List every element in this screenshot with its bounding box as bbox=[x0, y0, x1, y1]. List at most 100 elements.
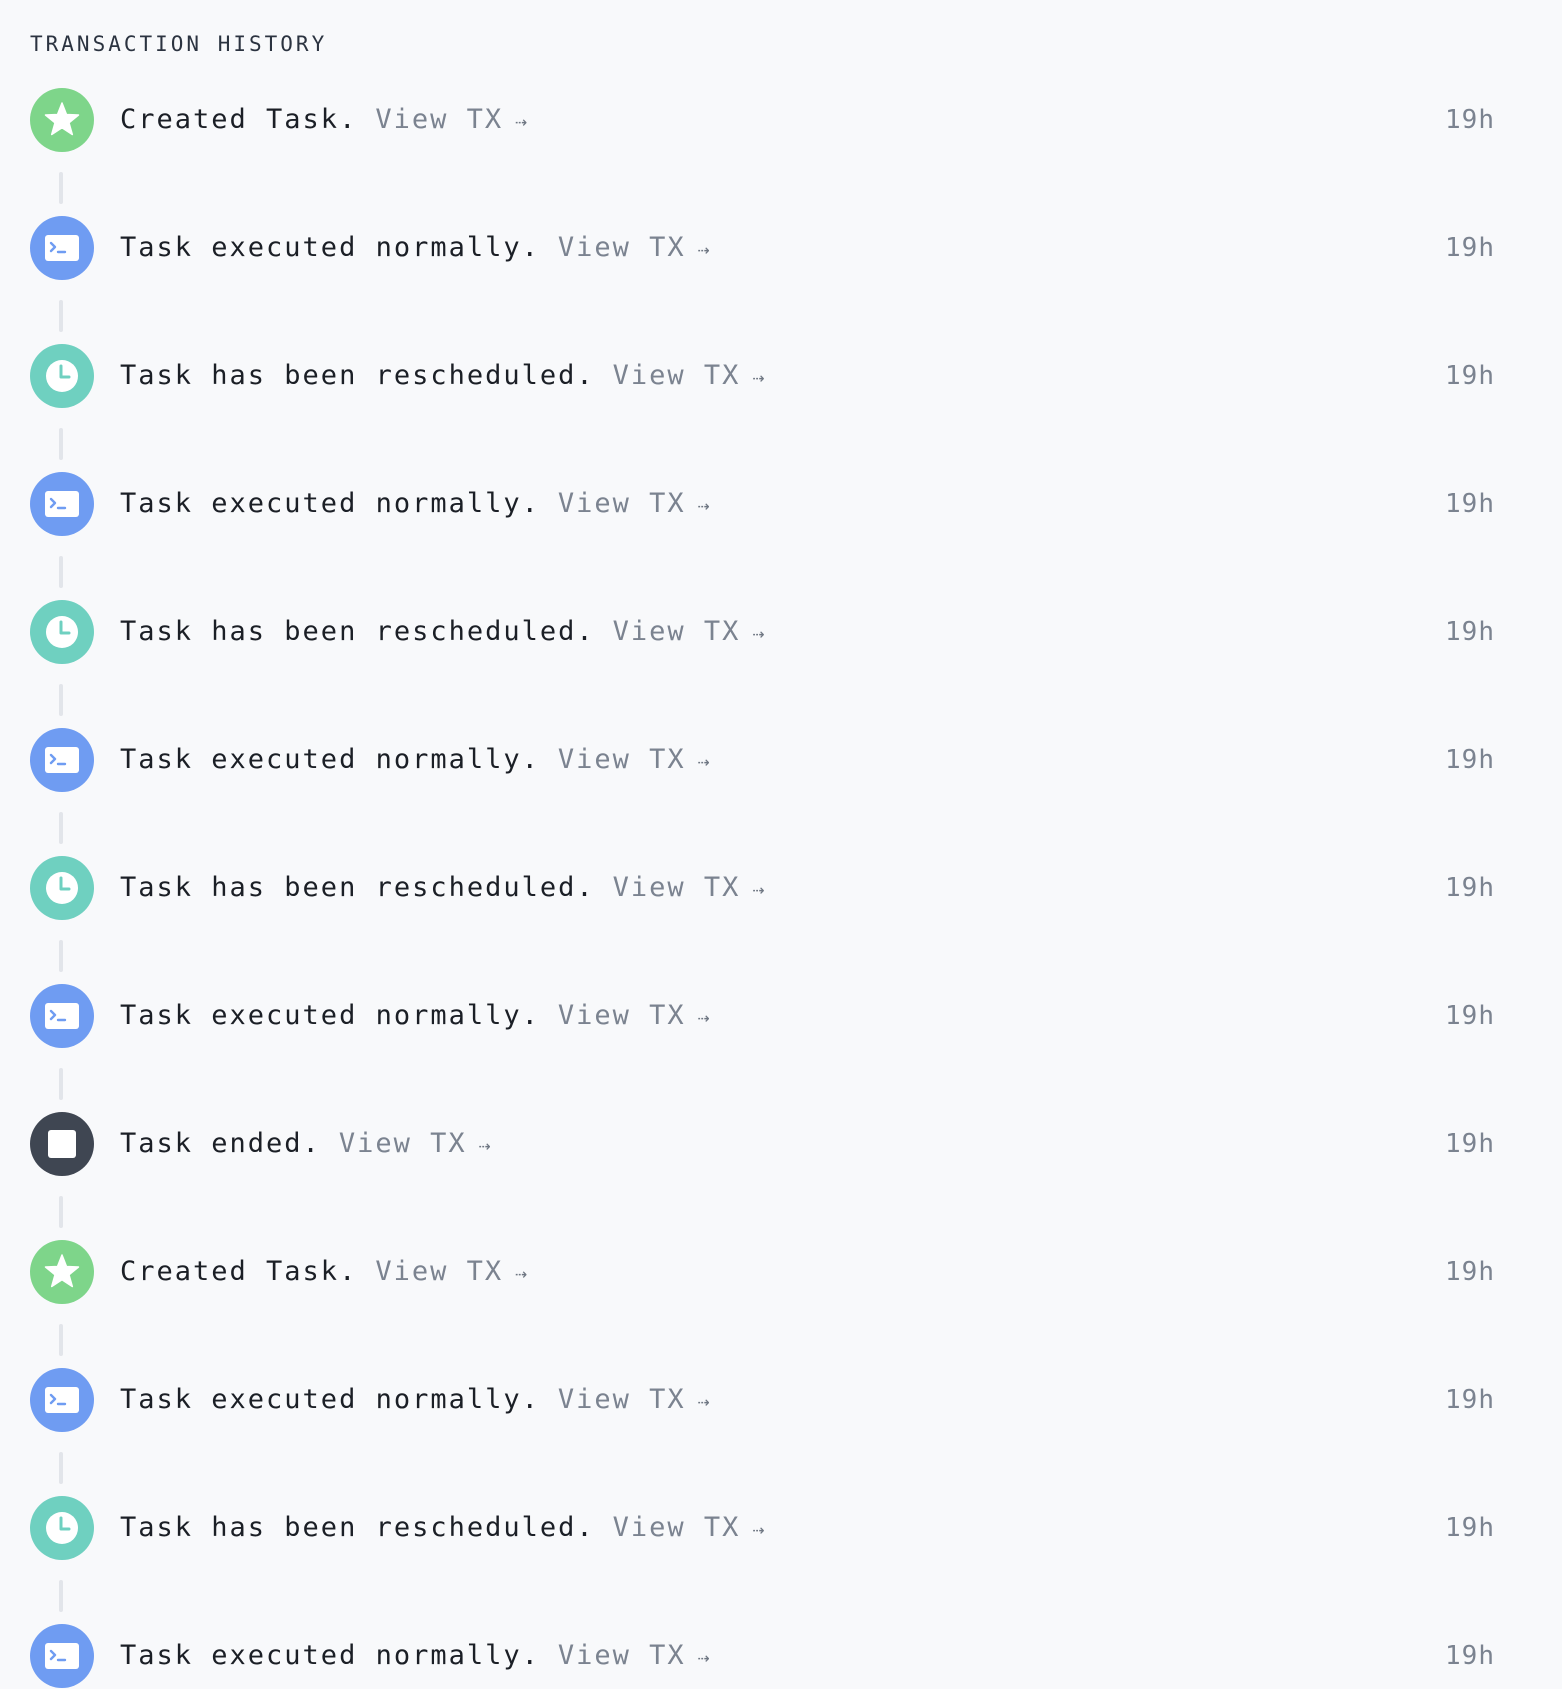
timeline-connector bbox=[59, 556, 63, 588]
timeline-connector bbox=[59, 684, 63, 716]
view-tx-label: View TX bbox=[375, 1256, 504, 1287]
event-row-executed: Task executed normally. View TX ⇢ 19h bbox=[30, 728, 1495, 844]
event-row-ended: Task ended. View TX ⇢ 19h bbox=[30, 1112, 1495, 1228]
view-tx-link[interactable]: View TX ⇢ bbox=[558, 1000, 712, 1031]
event-title: Task executed normally. bbox=[120, 1640, 540, 1671]
event-row-rescheduled: Task has been rescheduled. View TX ⇢ 19h bbox=[30, 600, 1495, 716]
event-title: Task executed normally. bbox=[120, 1384, 540, 1415]
event-time: 19h bbox=[1445, 617, 1495, 647]
event-row-executed: Task executed normally. View TX ⇢ 19h bbox=[30, 472, 1495, 588]
view-tx-link[interactable]: View TX ⇢ bbox=[558, 488, 712, 519]
event-text: Task executed normally. View TX ⇢ bbox=[120, 1368, 712, 1432]
event-text: Task has been rescheduled. View TX ⇢ bbox=[120, 1496, 766, 1560]
arrow-right-icon: ⇢ bbox=[515, 1261, 530, 1285]
view-tx-link[interactable]: View TX ⇢ bbox=[613, 1512, 767, 1543]
event-row-rescheduled: Task has been rescheduled. View TX ⇢ 19h bbox=[30, 1496, 1495, 1612]
view-tx-label: View TX bbox=[612, 616, 741, 647]
terminal-icon bbox=[30, 728, 94, 792]
event-time: 19h bbox=[1445, 489, 1495, 519]
timeline-connector bbox=[59, 428, 63, 460]
event-text: Task has been rescheduled. View TX ⇢ bbox=[120, 856, 766, 920]
event-time: 19h bbox=[1445, 1257, 1495, 1287]
event-text: Task has been rescheduled. View TX ⇢ bbox=[120, 600, 766, 664]
event-row-created: Created Task. View TX ⇢ 19h bbox=[30, 1240, 1495, 1356]
timeline-connector bbox=[59, 172, 63, 204]
arrow-right-icon: ⇢ bbox=[697, 237, 712, 261]
arrow-right-icon: ⇢ bbox=[752, 621, 767, 645]
timeline-connector bbox=[59, 940, 63, 972]
event-text: Created Task. View TX ⇢ bbox=[120, 1240, 529, 1304]
star-icon bbox=[30, 1240, 94, 1304]
view-tx-label: View TX bbox=[612, 872, 741, 903]
clock-icon bbox=[30, 344, 94, 408]
event-title: Task executed normally. bbox=[120, 488, 540, 519]
view-tx-link[interactable]: View TX ⇢ bbox=[558, 1384, 712, 1415]
view-tx-link[interactable]: View TX ⇢ bbox=[613, 360, 767, 391]
arrow-right-icon: ⇢ bbox=[515, 109, 530, 133]
terminal-icon bbox=[30, 1368, 94, 1432]
event-time: 19h bbox=[1445, 873, 1495, 903]
event-time: 19h bbox=[1445, 1641, 1495, 1671]
view-tx-link[interactable]: View TX ⇢ bbox=[558, 744, 712, 775]
view-tx-link[interactable]: View TX ⇢ bbox=[613, 872, 767, 903]
event-text: Task executed normally. View TX ⇢ bbox=[120, 216, 712, 280]
terminal-icon bbox=[30, 1624, 94, 1688]
event-title: Task executed normally. bbox=[120, 744, 540, 775]
event-title: Task has been rescheduled. bbox=[120, 360, 595, 391]
view-tx-label: View TX bbox=[557, 744, 686, 775]
event-text: Task ended. View TX ⇢ bbox=[120, 1112, 493, 1176]
view-tx-label: View TX bbox=[557, 232, 686, 263]
arrow-right-icon: ⇢ bbox=[752, 1517, 767, 1541]
event-title: Task ended. bbox=[120, 1128, 321, 1159]
event-title: Task has been rescheduled. bbox=[120, 872, 595, 903]
view-tx-label: View TX bbox=[557, 488, 686, 519]
event-row-executed: Task executed normally. View TX ⇢ 19h bbox=[30, 216, 1495, 332]
terminal-icon bbox=[30, 984, 94, 1048]
event-title: Task executed normally. bbox=[120, 232, 540, 263]
arrow-right-icon: ⇢ bbox=[478, 1133, 493, 1157]
view-tx-label: View TX bbox=[557, 1384, 686, 1415]
view-tx-label: View TX bbox=[557, 1000, 686, 1031]
transaction-timeline: Created Task. View TX ⇢ 19h Task executed no… bbox=[0, 0, 1562, 1688]
event-row-created: Created Task. View TX ⇢ 19h bbox=[30, 88, 1495, 204]
event-time: 19h bbox=[1445, 105, 1495, 135]
event-time: 19h bbox=[1445, 361, 1495, 391]
arrow-right-icon: ⇢ bbox=[697, 493, 712, 517]
arrow-right-icon: ⇢ bbox=[697, 1005, 712, 1029]
event-title: Task has been rescheduled. bbox=[120, 1512, 595, 1543]
timeline-connector bbox=[59, 1324, 63, 1356]
view-tx-link[interactable]: View TX ⇢ bbox=[558, 1640, 712, 1671]
view-tx-link[interactable]: View TX ⇢ bbox=[339, 1128, 493, 1159]
view-tx-label: View TX bbox=[375, 104, 504, 135]
event-time: 19h bbox=[1445, 1513, 1495, 1543]
view-tx-label: View TX bbox=[612, 360, 741, 391]
event-text: Task executed normally. View TX ⇢ bbox=[120, 728, 712, 792]
timeline-connector bbox=[59, 1580, 63, 1612]
event-time: 19h bbox=[1445, 1129, 1495, 1159]
view-tx-label: View TX bbox=[557, 1640, 686, 1671]
event-time: 19h bbox=[1445, 233, 1495, 263]
timeline-connector bbox=[59, 1196, 63, 1228]
view-tx-label: View TX bbox=[612, 1512, 741, 1543]
timeline-connector bbox=[59, 1068, 63, 1100]
event-row-rescheduled: Task has been rescheduled. View TX ⇢ 19h bbox=[30, 344, 1495, 460]
arrow-right-icon: ⇢ bbox=[697, 1645, 712, 1669]
event-text: Task has been rescheduled. View TX ⇢ bbox=[120, 344, 766, 408]
event-row-executed: Task executed normally. View TX ⇢ 19h bbox=[30, 1624, 1495, 1688]
event-time: 19h bbox=[1445, 1001, 1495, 1031]
view-tx-link[interactable]: View TX ⇢ bbox=[375, 1256, 529, 1287]
event-title: Task has been rescheduled. bbox=[120, 616, 595, 647]
event-text: Task executed normally. View TX ⇢ bbox=[120, 472, 712, 536]
view-tx-link[interactable]: View TX ⇢ bbox=[375, 104, 529, 135]
view-tx-label: View TX bbox=[338, 1128, 467, 1159]
timeline-connector bbox=[59, 812, 63, 844]
clock-icon bbox=[30, 856, 94, 920]
star-icon bbox=[30, 88, 94, 152]
stop-icon bbox=[30, 1112, 94, 1176]
event-row-executed: Task executed normally. View TX ⇢ 19h bbox=[30, 1368, 1495, 1484]
view-tx-link[interactable]: View TX ⇢ bbox=[558, 232, 712, 263]
event-time: 19h bbox=[1445, 1385, 1495, 1415]
event-row-executed: Task executed normally. View TX ⇢ 19h bbox=[30, 984, 1495, 1100]
event-text: Task executed normally. View TX ⇢ bbox=[120, 1624, 712, 1688]
view-tx-link[interactable]: View TX ⇢ bbox=[613, 616, 767, 647]
